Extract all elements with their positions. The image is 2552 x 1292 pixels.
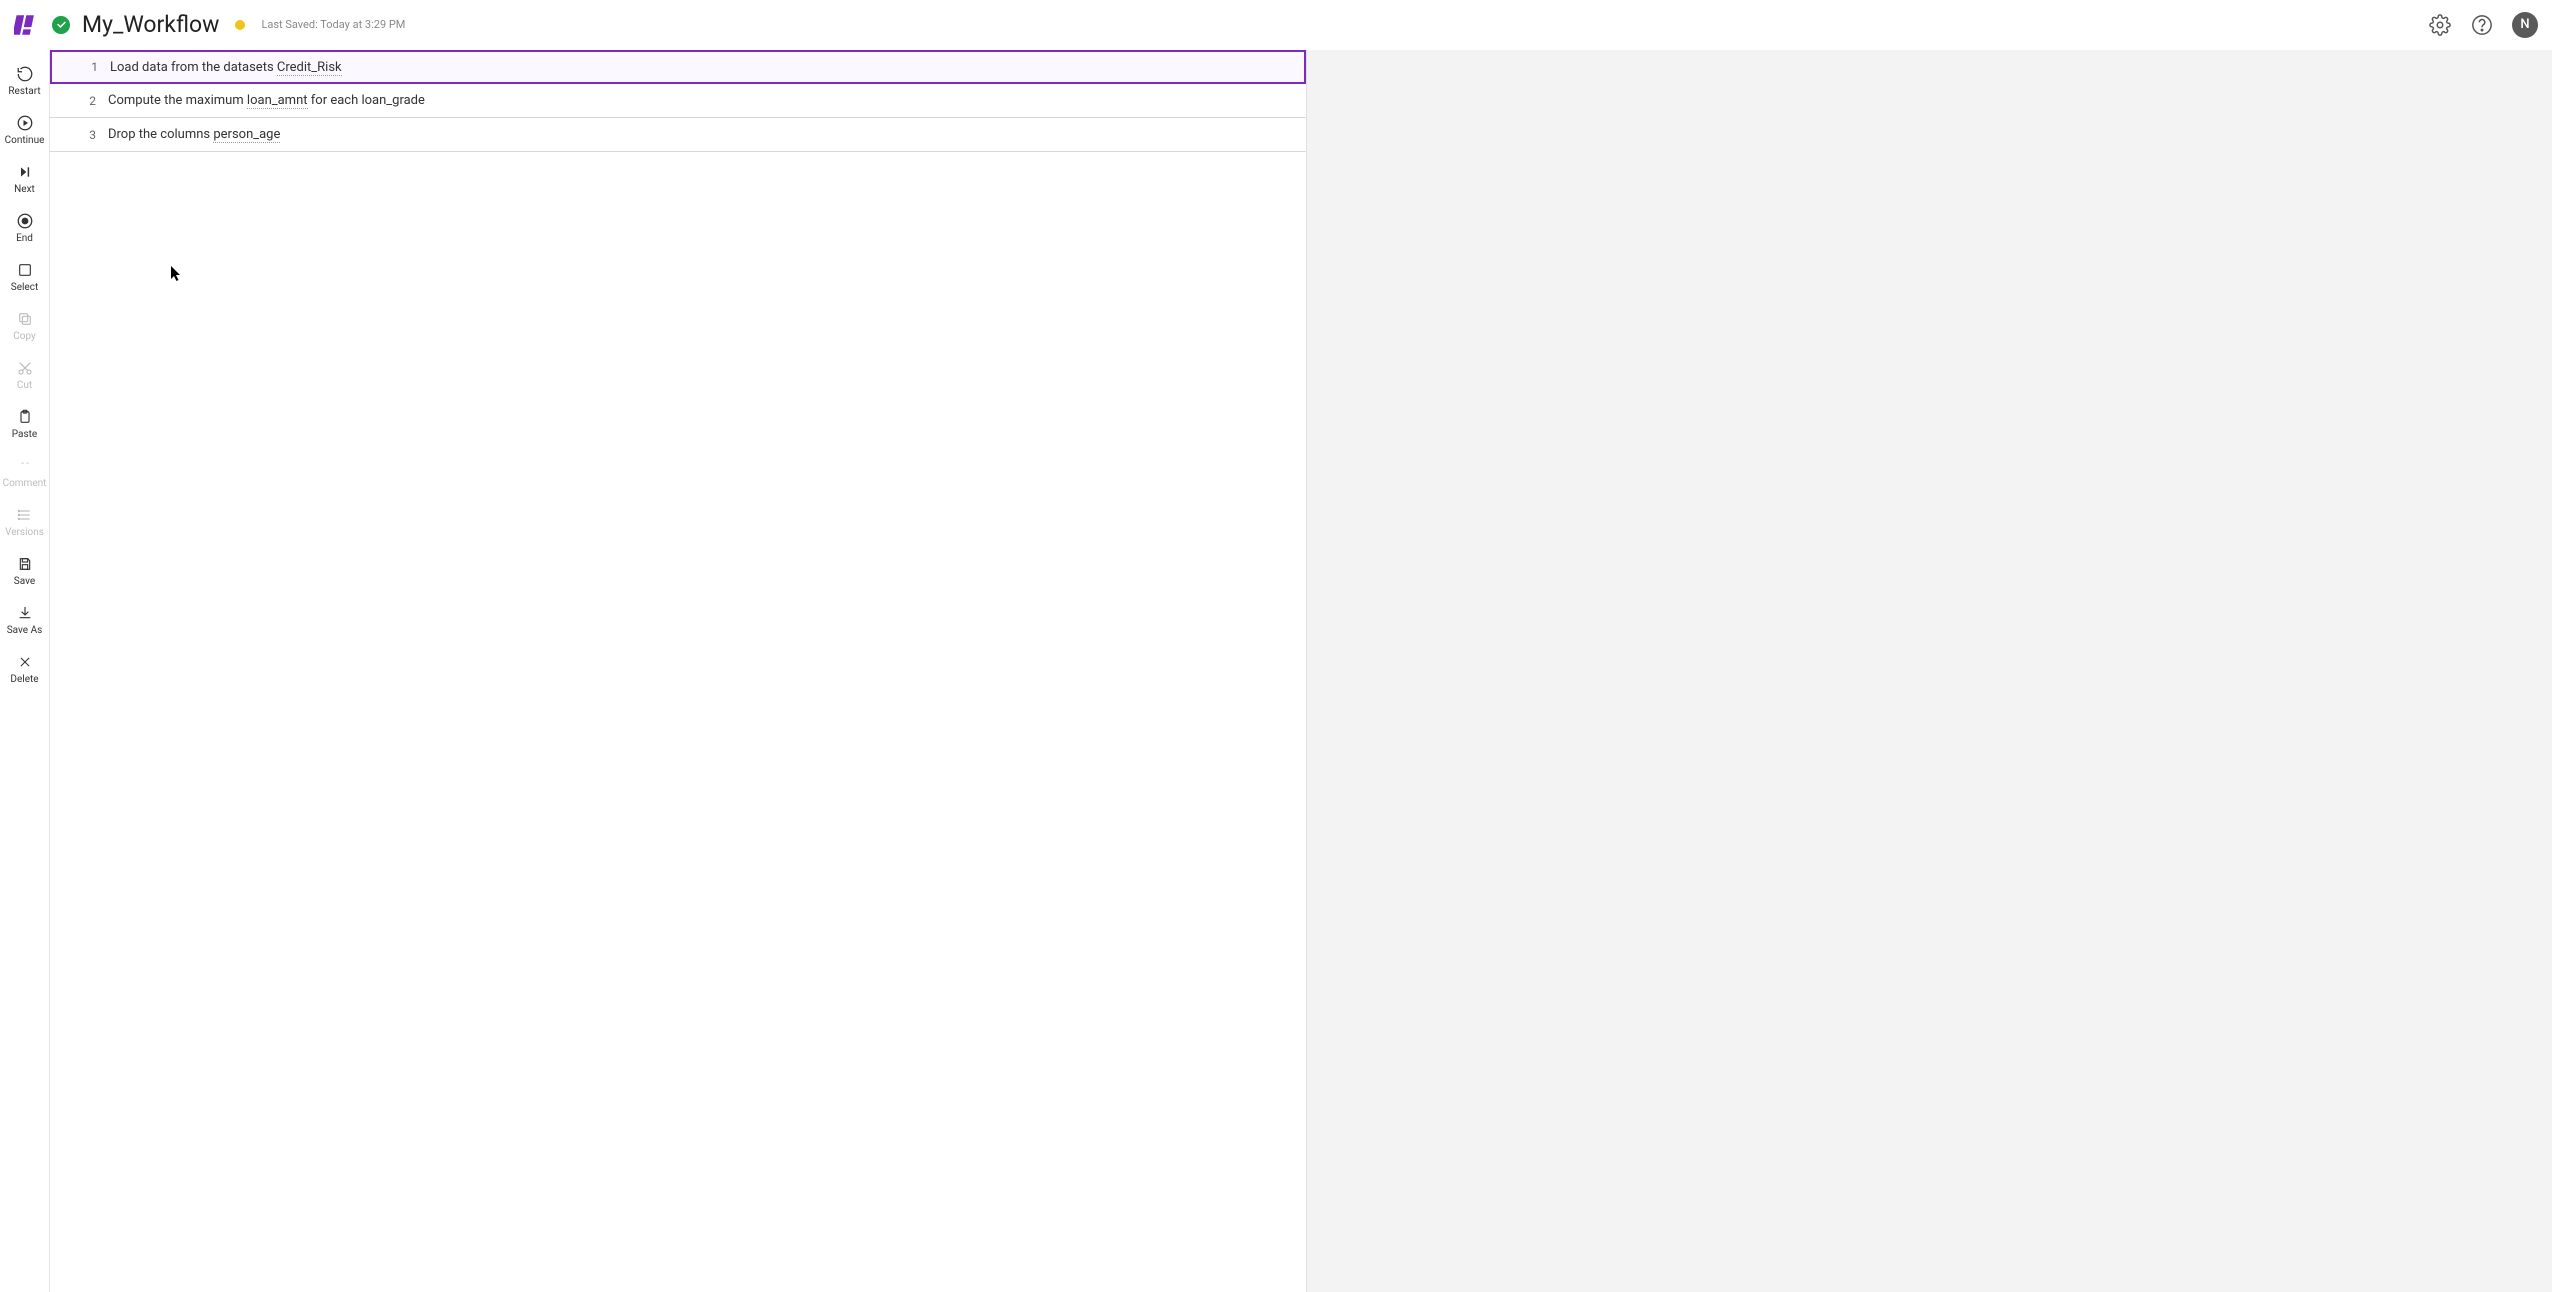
paste-label: Paste (12, 430, 37, 440)
cut-label: Cut (17, 381, 32, 391)
restart-icon (16, 65, 34, 83)
next-label: Next (14, 185, 35, 195)
save-as-icon (16, 604, 34, 622)
workflow-step-row[interactable]: 2 Compute the maximum loan_amnt for each… (50, 84, 1306, 118)
delete-icon (16, 653, 34, 671)
copy-icon (16, 310, 34, 328)
results-panel (1306, 50, 2552, 1292)
app-logo-icon[interactable] (14, 12, 40, 38)
versions-label: Versions (5, 528, 44, 538)
step-number: 3 (50, 128, 108, 142)
cut-icon (16, 359, 34, 377)
user-avatar[interactable]: N (2512, 12, 2538, 38)
select-icon (16, 261, 34, 279)
comment-label: Comment (3, 479, 47, 489)
select-label: Select (11, 283, 38, 293)
paste-button[interactable]: Paste (0, 399, 49, 448)
versions-button[interactable]: Versions (0, 497, 49, 546)
end-button[interactable]: End (0, 203, 49, 252)
top-bar-left: My_Workflow Last Saved: Today at 3:29 PM (14, 11, 405, 38)
save-label: Save (14, 577, 35, 587)
continue-label: Continue (5, 136, 45, 146)
next-icon (16, 163, 34, 181)
save-as-button[interactable]: Save As (0, 595, 49, 644)
workflow-step-row[interactable]: 3 Drop the columns person_age (50, 118, 1306, 152)
select-button[interactable]: Select (0, 252, 49, 301)
top-bar: My_Workflow Last Saved: Today at 3:29 PM… (0, 0, 2552, 50)
copy-button[interactable]: Copy (0, 301, 49, 350)
end-icon (16, 212, 34, 230)
workflow-steps-panel: 1 Load data from the datasets Credit_Ris… (50, 50, 1306, 1292)
step-number: 2 (50, 94, 108, 108)
left-toolbar-rail: Restart Continue Next End Select (0, 50, 50, 1292)
workflow-step-row[interactable]: 1 Load data from the datasets Credit_Ris… (50, 50, 1306, 84)
settings-gear-icon[interactable] (2428, 13, 2452, 37)
end-label: End (16, 234, 33, 244)
restart-label: Restart (8, 87, 40, 97)
unsaved-dot-icon (235, 20, 245, 30)
cut-button[interactable]: Cut (0, 350, 49, 399)
last-saved-text: Last Saved: Today at 3:29 PM (261, 18, 405, 31)
save-button[interactable]: Save (0, 546, 49, 595)
comment-button[interactable]: Comment (0, 448, 49, 497)
step-text: Drop the columns person_age (108, 127, 280, 142)
continue-button[interactable]: Continue (0, 105, 49, 154)
comment-icon (16, 457, 34, 475)
paste-icon (16, 408, 34, 426)
restart-button[interactable]: Restart (0, 56, 49, 105)
workflow-title[interactable]: My_Workflow (82, 11, 219, 38)
save-icon (16, 555, 34, 573)
save-as-label: Save As (7, 626, 43, 636)
next-button[interactable]: Next (0, 154, 49, 203)
step-number: 1 (52, 60, 110, 74)
delete-button[interactable]: Delete (0, 644, 49, 693)
mouse-cursor-icon (170, 265, 182, 283)
help-icon[interactable] (2470, 13, 2494, 37)
continue-icon (16, 114, 34, 132)
top-bar-right: N (2428, 12, 2538, 38)
step-text: Compute the maximum loan_amnt for each l… (108, 93, 425, 108)
status-check-icon (52, 16, 70, 34)
step-text: Load data from the datasets Credit_Risk (110, 60, 342, 75)
versions-icon (16, 506, 34, 524)
main-area: Restart Continue Next End Select (0, 50, 2552, 1292)
copy-label: Copy (13, 332, 36, 342)
delete-label: Delete (10, 675, 38, 685)
